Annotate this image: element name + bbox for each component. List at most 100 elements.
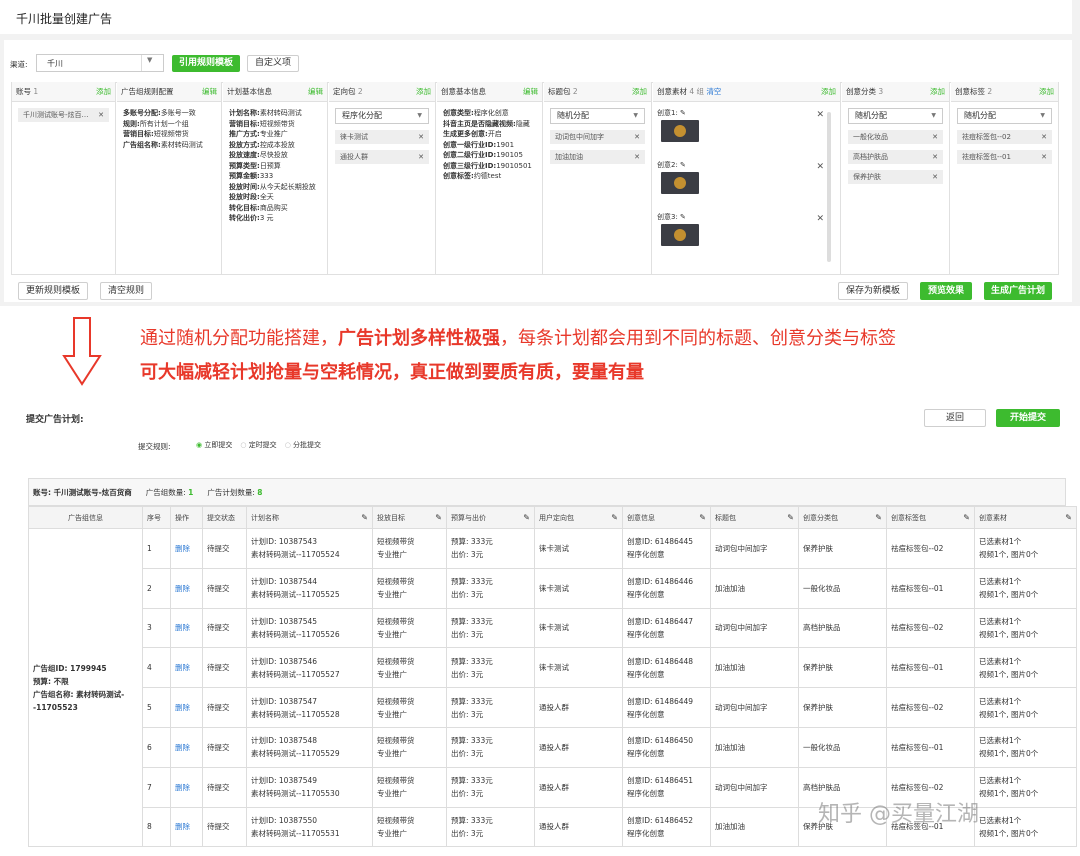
close-icon[interactable]: ✕: [1041, 132, 1047, 143]
delete-link[interactable]: 删除: [170, 528, 203, 569]
generate-plan-button[interactable]: 生成广告计划: [984, 282, 1052, 300]
pencil-icon[interactable]: ✎: [680, 109, 686, 117]
status-cell-text: 待提交: [207, 742, 230, 752]
account-add-link[interactable]: 添加: [96, 86, 111, 97]
audience-select[interactable]: 程序化分配 ▼: [335, 108, 429, 124]
pencil-icon[interactable]: ✎: [963, 513, 970, 522]
row-number: 5: [142, 687, 171, 728]
column-header: 创意标签包 ✎: [886, 506, 975, 529]
start-submit-button[interactable]: 开始提交: [996, 409, 1060, 427]
delete-link[interactable]: 删除: [170, 766, 203, 808]
materials-scrollbar[interactable]: [827, 112, 831, 262]
config-key: 转化目标:: [229, 203, 260, 212]
title-cell: 加油加油: [710, 806, 799, 848]
close-icon[interactable]: ✕: [418, 152, 424, 163]
title-cell: 加油加油: [710, 726, 799, 768]
video-thumbnail[interactable]: [661, 120, 699, 142]
titles-add-link[interactable]: 添加: [632, 86, 647, 97]
config-value: 19010501: [496, 161, 532, 170]
pencil-icon[interactable]: ✎: [787, 513, 794, 522]
pencil-icon[interactable]: ✎: [435, 513, 442, 522]
custom-button[interactable]: 自定义项: [247, 55, 299, 72]
categories-add-link[interactable]: 添加: [930, 86, 945, 97]
radio-label: 定时提交: [248, 441, 277, 449]
status-cell: 待提交: [202, 766, 247, 808]
labels-column: 创意标签 2 添加 随机分配 ▼ 祛痘标签包--02 ✕ 祛痘标签包--01 ✕: [951, 82, 1058, 275]
audience-add-link[interactable]: 添加: [416, 86, 431, 97]
labels-add-link[interactable]: 添加: [1039, 86, 1054, 97]
budget-cell-text: 出价: 3元: [451, 749, 484, 759]
materials-clear-link[interactable]: 清空: [706, 87, 721, 96]
radio-now[interactable]: ◉ 立即提交: [196, 440, 232, 450]
creative-cell-text: 程序化创意: [627, 789, 665, 799]
audience-cell: 通投人群: [534, 766, 623, 808]
pencil-icon[interactable]: ✎: [523, 513, 530, 522]
column-header-label: 用户定向包: [539, 513, 574, 522]
audience-cell-text: 徕卡测试: [539, 583, 569, 593]
creative-cell: 创意ID: 61486452 程序化创意: [622, 806, 711, 848]
materials-add-link[interactable]: 添加: [821, 86, 836, 97]
group-rule-edit-link[interactable]: 编辑: [202, 86, 217, 97]
delete-link[interactable]: 删除: [170, 607, 203, 649]
close-icon[interactable]: ✕: [932, 132, 938, 143]
material-cell-text: 已选素材1个: [979, 736, 1022, 746]
delete-link[interactable]: 删除: [170, 726, 203, 768]
radio-scheduled[interactable]: ○ 定时提交: [240, 440, 276, 450]
update-template-button[interactable]: 更新规则模板: [18, 282, 88, 300]
preview-button[interactable]: 预览效果: [920, 282, 972, 300]
column-header: 标题包 ✎: [710, 506, 799, 529]
config-key: 投放方式:: [229, 140, 260, 149]
close-icon[interactable]: ✕: [98, 110, 104, 121]
delete-link[interactable]: 删除: [170, 687, 203, 728]
plan-info-edit-link[interactable]: 编辑: [308, 86, 323, 97]
creative-cell-text: 创意ID: 61486451: [627, 776, 694, 786]
goal-cell-text: 专业推广: [377, 828, 407, 838]
pencil-icon[interactable]: ✎: [361, 513, 368, 522]
back-button[interactable]: 返回: [924, 409, 986, 427]
pencil-icon[interactable]: ✎: [680, 161, 686, 169]
close-icon[interactable]: ✕: [816, 214, 824, 225]
save-template-button[interactable]: 保存为新模板: [838, 282, 908, 300]
delete-link[interactable]: 删除: [170, 567, 203, 609]
close-icon[interactable]: ✕: [634, 152, 640, 163]
close-icon[interactable]: ✕: [634, 132, 640, 143]
titles-select[interactable]: 随机分配 ▼: [550, 108, 645, 124]
audience-cell-text: 徕卡测试: [539, 663, 569, 673]
header-bar: 千川批量创建广告: [0, 0, 1072, 34]
close-icon[interactable]: ✕: [932, 172, 938, 183]
pencil-icon[interactable]: ✎: [699, 513, 706, 522]
pencil-icon[interactable]: ✎: [1065, 513, 1072, 522]
pencil-icon[interactable]: ✎: [875, 513, 882, 522]
close-icon[interactable]: ✕: [816, 162, 824, 173]
config-line: 创意二级行业ID:190105: [443, 150, 536, 161]
audience-cell: 徕卡测试: [534, 567, 623, 609]
video-thumbnail[interactable]: [661, 172, 699, 194]
close-icon[interactable]: ✕: [1041, 152, 1047, 163]
channel-select[interactable]: 千川 ▼: [36, 54, 164, 72]
material-cell-text: 视频1个, 图片0个: [979, 629, 1039, 639]
creative-info-edit-link[interactable]: 编辑: [523, 86, 538, 97]
use-template-button[interactable]: 引用规则模板: [172, 55, 240, 72]
labels-select[interactable]: 随机分配 ▼: [957, 108, 1052, 124]
video-thumbnail[interactable]: [661, 224, 699, 246]
plan-info-lines: 计划名称:素材转码测试 营销目标:短视频带货 推广方式:专业推广 投放方式:控成本投放…: [223, 102, 327, 230]
materials-column: 创意素材 4 组 清空 添加 创意1: ✎ ✕ 创意2: ✎ ✕ 创意3: ✎ ✕: [653, 82, 841, 275]
config-line: 广告组名称:素材转码测试: [123, 140, 215, 151]
close-icon[interactable]: ✕: [816, 110, 824, 121]
delete-link[interactable]: 删除: [170, 806, 203, 848]
close-icon[interactable]: ✕: [418, 132, 424, 143]
status-cell-text: 待提交: [207, 663, 230, 673]
config-key: 创意三级行业ID:: [443, 161, 497, 170]
clear-rules-button[interactable]: 清空规则: [100, 282, 152, 300]
pencil-icon[interactable]: ✎: [611, 513, 618, 522]
delete-link[interactable]: 删除: [170, 647, 203, 689]
material-cell-text: 视频1个, 图片0个: [979, 749, 1039, 759]
label-cell: 祛痘标签包--01: [886, 726, 975, 768]
audience-cell: 徕卡测试: [534, 528, 623, 569]
pencil-icon[interactable]: ✎: [680, 213, 686, 221]
categories-select[interactable]: 随机分配 ▼: [848, 108, 943, 124]
goal-cell-text: 短视频带货: [377, 616, 415, 626]
radio-batch[interactable]: ○ 分批提交: [285, 440, 321, 450]
close-icon[interactable]: ✕: [932, 152, 938, 163]
group-rule-lines: 多账号分配:多账号一致 规则:所有计划一个组 营销目标:短视频带货 广告组名称:素材转…: [117, 102, 221, 156]
